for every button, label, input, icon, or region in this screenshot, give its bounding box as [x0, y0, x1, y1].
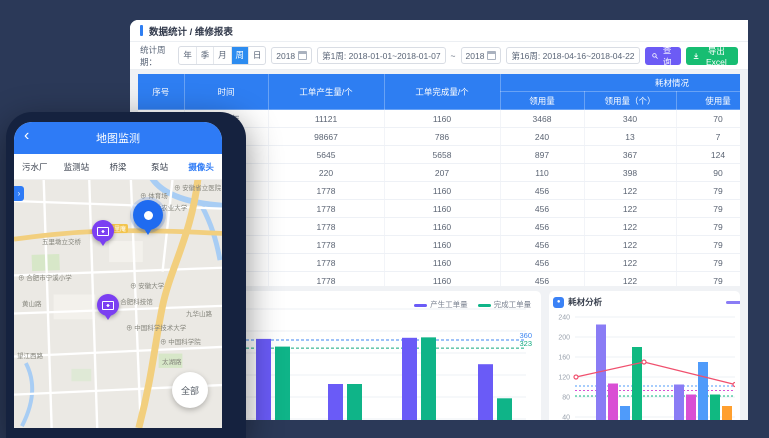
map-view[interactable]: › ⊕ 体育场⊕ 安徽农业大学⊕ 安徽省立医院三里庵五里墩立交桥⊕ 合肥市宁溪小…	[14, 180, 222, 428]
consumable-mixed-chart: 240 200 160 120 80 40	[553, 309, 735, 420]
chart-title: 耗材分析	[568, 296, 602, 308]
legend-item: 产生工单量	[414, 299, 468, 310]
map-label: 五里墩立交桥	[42, 236, 81, 246]
svg-text:40: 40	[562, 415, 570, 421]
export-excel-button[interactable]: 导出Excel	[686, 47, 738, 65]
phone-mockup: ‹ 地图监测 污水厂监测站桥梁泵站摄像头	[6, 112, 246, 438]
svg-text:120: 120	[558, 375, 570, 382]
filter-bar: 统计周期： 年季月周日 2018 第1周: 2018-01-01~2018-01…	[130, 42, 748, 70]
map-label: 九华山路	[186, 308, 212, 318]
camera-marker-1[interactable]	[92, 220, 114, 242]
period-option-季[interactable]: 季	[197, 47, 214, 64]
camera-icon	[102, 301, 114, 310]
svg-text:200: 200	[558, 335, 570, 342]
col-group-consumables: 耗材情况	[500, 74, 740, 92]
back-icon[interactable]: ‹	[24, 128, 29, 144]
app-tab-污水厂[interactable]: 污水厂	[14, 161, 56, 173]
col-created: 工单产生量/个	[268, 74, 384, 110]
app-header: ‹ 地图监测	[14, 122, 222, 154]
phone-screen: ‹ 地图监测 污水厂监测站桥梁泵站摄像头	[14, 122, 222, 428]
all-button[interactable]: 全部	[172, 372, 208, 408]
camera-icon	[97, 227, 109, 236]
download-icon	[693, 52, 699, 60]
chart-legend: 产生工单量完成工单量	[414, 299, 531, 310]
accent-bar	[140, 25, 143, 36]
map-label: 黄山路	[22, 298, 42, 308]
start-week-input[interactable]: 第1周: 2018-01-01~2018-01-07	[317, 47, 445, 64]
camera-marker-2[interactable]	[97, 294, 119, 316]
end-week-input[interactable]: 第16周: 2018-04-16~2018-04-22	[506, 47, 639, 64]
svg-text:160: 160	[558, 355, 570, 362]
period-option-年[interactable]: 年	[179, 47, 196, 64]
map-label: ⊕ 安徽省立医院	[174, 182, 221, 192]
app-tab-桥梁[interactable]: 桥梁	[97, 161, 139, 173]
map-label: ⊕ 安徽大学	[130, 280, 164, 290]
svg-text:80: 80	[562, 395, 570, 402]
subcol-2: 领用量（个）	[584, 92, 676, 110]
start-year-select[interactable]: 2018	[271, 47, 312, 64]
consumable-chart-card: ● 耗材分析 240 200 160 120 80 40	[549, 291, 740, 420]
marker-dot	[144, 211, 153, 220]
subcol-3: 使用量	[676, 92, 740, 110]
legend-stub	[726, 301, 740, 304]
selected-camera-marker[interactable]	[133, 200, 163, 230]
range-tilde: ~	[451, 51, 456, 61]
legend-item: 完成工单量	[478, 299, 532, 310]
col-time: 时间	[184, 74, 268, 110]
col-completed: 工单完成量/个	[384, 74, 500, 110]
period-option-日[interactable]: 日	[249, 47, 265, 64]
svg-text:323: 323	[519, 339, 532, 348]
map-expander[interactable]: ›	[14, 186, 24, 201]
app-title: 地图监测	[96, 130, 140, 146]
period-label: 统计周期：	[140, 44, 173, 68]
breadcrumb-bar: 数据统计 / 维修报表	[130, 20, 748, 42]
map-label: 望江西路	[17, 350, 43, 360]
app-tab-摄像头[interactable]: 摄像头	[180, 161, 222, 173]
app-tab-监测站[interactable]: 监测站	[56, 161, 98, 173]
period-option-月[interactable]: 月	[214, 47, 231, 64]
map-label: ⊕ 中国科学技术大学	[126, 322, 186, 332]
calendar-icon	[298, 51, 307, 60]
subcol-1: 领用量	[500, 92, 584, 110]
map-label: ⊕ 体育场	[140, 190, 168, 200]
period-option-周[interactable]: 周	[232, 47, 249, 64]
chart-title-row: ● 耗材分析	[553, 295, 736, 309]
map-label: ⊕ 合肥市宁溪小学	[18, 272, 72, 282]
app-tabs: 污水厂监测站桥梁泵站摄像头	[14, 154, 222, 180]
col-index: 序号	[138, 74, 184, 110]
query-button[interactable]: 查询	[645, 47, 681, 65]
app-tab-泵站[interactable]: 泵站	[139, 161, 181, 173]
map-label: ⊕ 中国科学院	[160, 336, 201, 346]
end-year-select[interactable]: 2018	[461, 47, 502, 64]
calendar-icon	[487, 51, 496, 60]
map-label: 太湖路	[162, 356, 182, 366]
period-segment: 年季月周日	[178, 46, 266, 65]
breadcrumb: 数据统计 / 维修报表	[149, 24, 233, 38]
search-icon	[652, 52, 658, 60]
chart-icon: ●	[553, 297, 564, 308]
svg-text:240: 240	[558, 315, 570, 322]
